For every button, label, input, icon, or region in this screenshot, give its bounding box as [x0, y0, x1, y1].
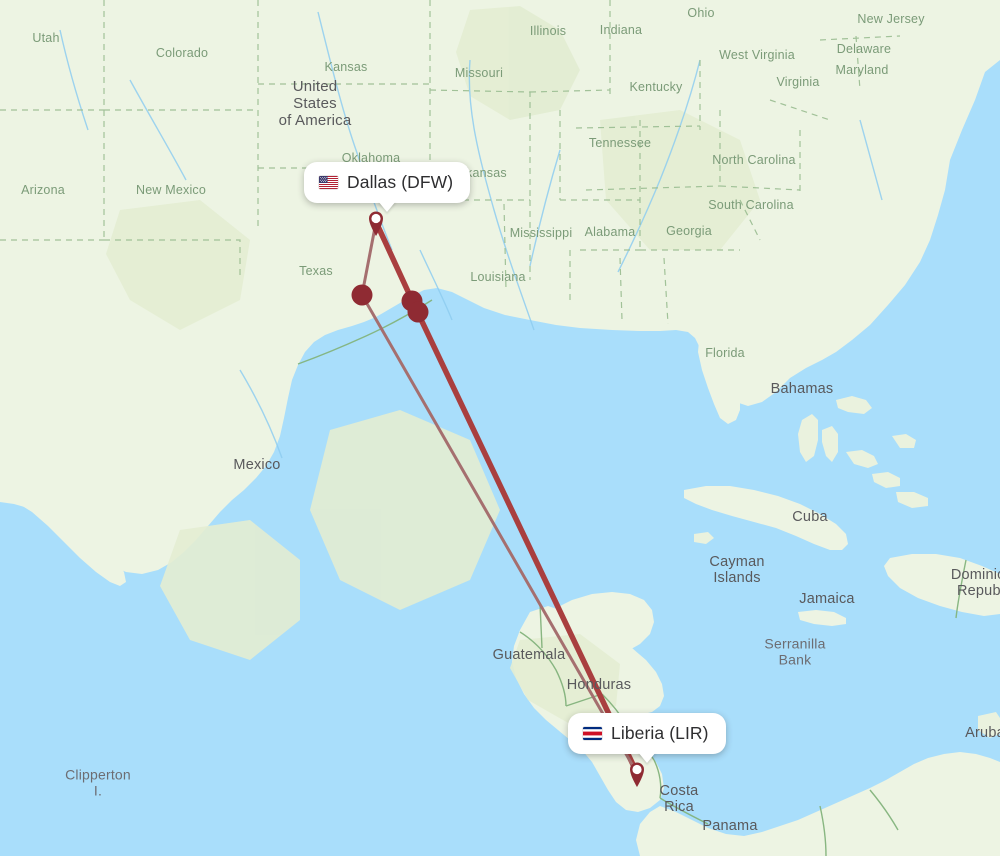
waypoint-1[interactable]	[351, 284, 373, 306]
callout-tail	[637, 752, 656, 763]
flight-route-map[interactable]: Utah Colorado Kansas Missouri Illinois Indian…	[0, 0, 1000, 856]
callout-tail	[378, 201, 397, 212]
airport-callout-dfw[interactable]: Dallas (DFW)	[304, 162, 471, 212]
airport-callout-label-lir: Liberia (LIR)	[611, 723, 709, 743]
airport-callout-lir[interactable]: Liberia (LIR)	[568, 713, 726, 763]
airport-callout-label-dfw: Dallas (DFW)	[347, 172, 454, 192]
map-basemap	[0, 0, 1000, 856]
waypoint-3[interactable]	[407, 301, 429, 323]
us-flag-icon	[319, 176, 338, 189]
costa-rica-flag-icon	[583, 727, 602, 740]
